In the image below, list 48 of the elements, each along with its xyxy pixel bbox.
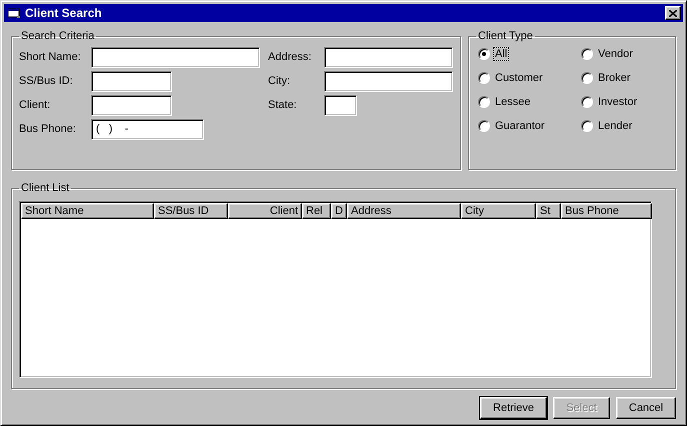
radio-label[interactable]: All <box>493 47 510 61</box>
radio-button[interactable] <box>478 120 490 132</box>
field-label: Address: <box>268 51 312 63</box>
input-field[interactable] <box>91 94 172 116</box>
radio-label[interactable]: Broker <box>596 71 632 85</box>
input-field[interactable] <box>91 46 260 68</box>
radio-button[interactable] <box>478 48 490 60</box>
radio-button[interactable] <box>581 96 593 108</box>
radio-button[interactable] <box>581 72 593 84</box>
column-header[interactable]: D <box>331 203 347 219</box>
column-header[interactable]: Client <box>228 203 302 219</box>
radio-label[interactable]: Lender <box>596 119 634 133</box>
radio-label[interactable]: Guarantor <box>493 119 547 133</box>
input-field[interactable] <box>324 46 453 68</box>
column-header[interactable]: SS/Bus ID <box>154 203 228 219</box>
radio-button[interactable] <box>478 96 490 108</box>
radio-label[interactable]: Lessee <box>493 95 532 109</box>
column-header[interactable]: Address <box>347 203 461 219</box>
radio-button[interactable] <box>581 48 593 60</box>
column-header[interactable]: Short Name <box>21 203 154 219</box>
radio-button[interactable] <box>478 72 490 84</box>
input-field[interactable] <box>324 70 453 92</box>
field-label: SS/Bus ID: <box>19 75 74 87</box>
column-header[interactable]: St <box>536 203 561 219</box>
field-label: Short Name: <box>19 51 82 63</box>
input-field[interactable] <box>324 94 357 116</box>
field-label: City: <box>268 75 291 87</box>
field-label: Client: <box>19 99 52 111</box>
group-title: Client Type <box>477 30 534 42</box>
radio-label[interactable]: Investor <box>596 95 640 109</box>
radio-label[interactable]: Customer <box>493 71 545 85</box>
radio-button[interactable] <box>581 120 593 132</box>
window-title: Client Search <box>25 6 103 20</box>
field-label: Bus Phone: <box>19 123 77 135</box>
field-label: State: <box>268 99 298 111</box>
close-icon <box>669 10 677 16</box>
input-field[interactable] <box>91 70 172 92</box>
close-button[interactable] <box>665 6 681 20</box>
column-header[interactable]: Rel <box>302 203 331 219</box>
dialog-button[interactable]: Cancel <box>616 397 676 419</box>
window-icon <box>7 7 21 19</box>
column-header[interactable]: City <box>461 203 536 219</box>
column-header[interactable]: Bus Phone <box>561 203 652 219</box>
input-field[interactable]: ( ) - <box>91 118 204 140</box>
dialog-button[interactable]: Retrieve <box>480 397 547 419</box>
radio-label[interactable]: Vendor <box>596 47 635 61</box>
group-title: Search Criteria <box>20 30 96 42</box>
group-title: Client List <box>20 182 70 194</box>
